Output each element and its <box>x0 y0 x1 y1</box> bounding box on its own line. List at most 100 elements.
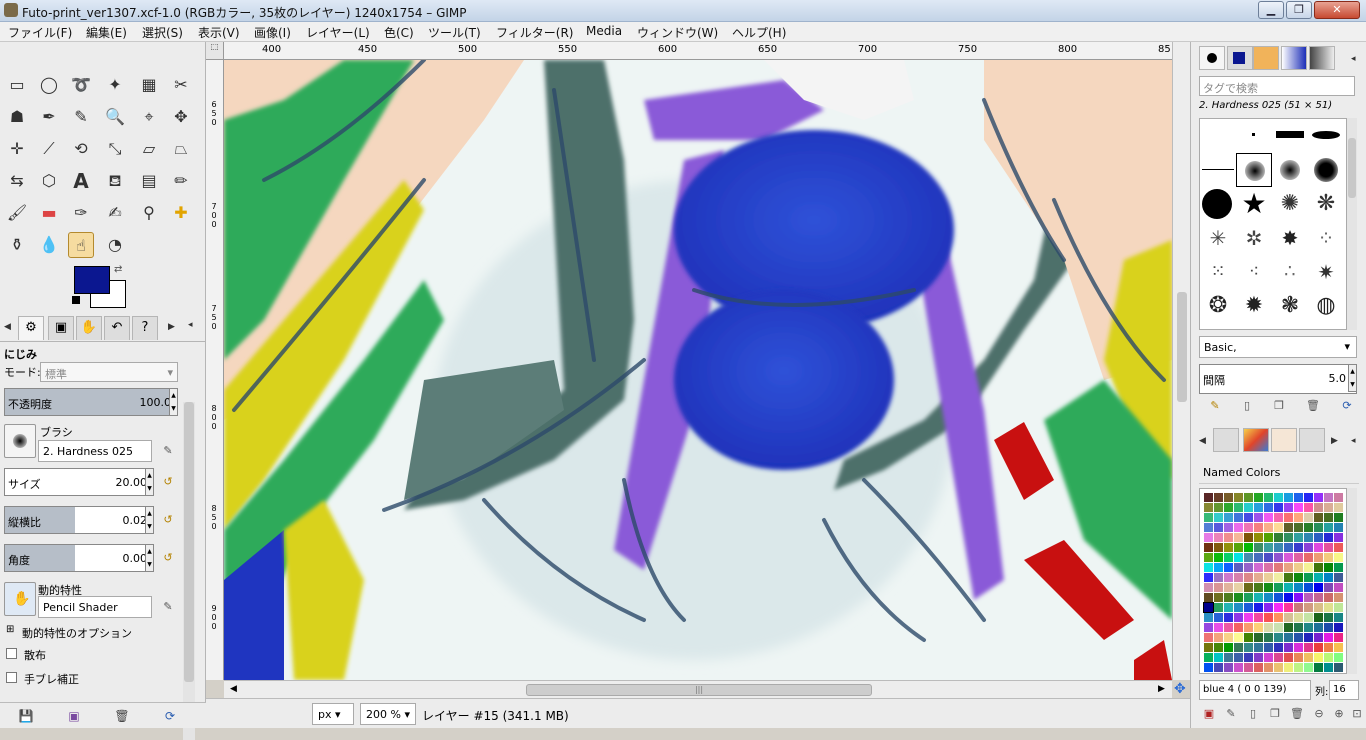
palette-swatch[interactable] <box>1224 653 1233 662</box>
palette-swatch[interactable] <box>1284 593 1293 602</box>
menu-media[interactable]: Media <box>586 24 622 38</box>
tab-scroll-right-icon[interactable]: ▶ <box>168 322 175 332</box>
palette-swatch[interactable] <box>1264 673 1273 674</box>
palette-swatch[interactable] <box>1284 553 1293 562</box>
palette-swatch[interactable] <box>1234 513 1243 522</box>
palette-swatch[interactable] <box>1254 593 1263 602</box>
zoom-icon[interactable]: 🔍 <box>102 104 128 130</box>
brush-grid[interactable]: ★ ✺ ❋ ✳ ✲ ✸ ⁘ ⁙ ⁖ ∴ ✷ ❂ ✹ ❃ ◍ <box>1199 118 1347 330</box>
expander-icon[interactable]: ⊞ <box>6 624 14 635</box>
new-brush-icon[interactable]: ▯ <box>1239 398 1255 414</box>
palette-swatch[interactable] <box>1254 673 1263 674</box>
pencil-icon[interactable]: ✏ <box>168 168 194 194</box>
scroll-thumb[interactable] <box>1177 292 1187 402</box>
opacity-slider[interactable]: 不透明度 100.0 ▲ ▼ <box>4 388 178 416</box>
palette-swatch[interactable] <box>1304 613 1313 622</box>
palette-swatch[interactable] <box>1234 503 1243 512</box>
palette-swatch[interactable] <box>1244 603 1253 612</box>
tab-palettes[interactable] <box>1243 428 1269 452</box>
palette-swatch[interactable] <box>1294 543 1303 552</box>
palette-swatch[interactable] <box>1294 583 1303 592</box>
palette-swatch[interactable] <box>1274 603 1283 612</box>
palette-swatch[interactable] <box>1254 493 1263 502</box>
crop-icon[interactable]: ⟋ <box>36 136 62 162</box>
palette-swatch[interactable] <box>1304 493 1313 502</box>
palette-swatch[interactable] <box>1214 553 1223 562</box>
palette-swatch[interactable] <box>1254 603 1263 612</box>
angle-slider[interactable]: 角度 0.00 ▲ ▼ <box>4 544 154 572</box>
align-icon[interactable]: ✛ <box>4 136 30 162</box>
palette-swatch[interactable] <box>1204 673 1213 674</box>
palette-swatch[interactable] <box>1204 613 1213 622</box>
palette-swatch[interactable] <box>1244 553 1253 562</box>
palette-swatch[interactable] <box>1204 543 1213 552</box>
palette-scrollbar[interactable] <box>1347 488 1357 674</box>
paintbrush-icon[interactable]: 🖌 <box>4 200 30 226</box>
palette-swatch[interactable] <box>1264 523 1273 532</box>
palette-swatch[interactable] <box>1224 633 1233 642</box>
palette-swatch[interactable] <box>1334 613 1343 622</box>
palette-swatch[interactable] <box>1244 643 1253 652</box>
palette-swatch[interactable] <box>1274 543 1283 552</box>
size-slider[interactable]: サイズ 20.00 ▲ ▼ <box>4 468 154 496</box>
brush-preview[interactable] <box>4 424 36 458</box>
palette-swatch[interactable] <box>1324 553 1333 562</box>
scroll-left-arrow-icon[interactable]: ◀ <box>230 684 237 694</box>
palette-swatch[interactable] <box>1264 613 1273 622</box>
dynamics-options-expander[interactable]: 動的特性のオプション <box>22 625 132 641</box>
palette-swatch[interactable] <box>1274 513 1283 522</box>
palette-swatch[interactable] <box>1314 633 1323 642</box>
palette-swatch[interactable] <box>1234 493 1243 502</box>
palette-swatch[interactable] <box>1214 593 1223 602</box>
select-by-color-icon[interactable]: ▦ <box>136 72 162 98</box>
palette-swatch[interactable] <box>1324 543 1333 552</box>
palette-swatch[interactable] <box>1294 573 1303 582</box>
palette-entry-field[interactable]: blue 4 ( 0 0 139) <box>1199 680 1311 700</box>
palette-swatch[interactable] <box>1324 573 1333 582</box>
menu-filters[interactable]: フィルター(R) <box>496 24 573 41</box>
close-button[interactable]: ✕ <box>1314 1 1360 19</box>
blur-sharpen-icon[interactable]: 💧 <box>36 232 62 258</box>
palette-swatch[interactable] <box>1234 533 1243 542</box>
palette-swatch[interactable] <box>1284 563 1293 572</box>
palette-swatch[interactable] <box>1304 543 1313 552</box>
brush-name-field[interactable]: 2. Hardness 025 <box>38 440 152 462</box>
palette-swatch[interactable] <box>1304 633 1313 642</box>
palette-swatch[interactable] <box>1304 623 1313 632</box>
palette-swatch[interactable] <box>1224 553 1233 562</box>
palette-swatch[interactable] <box>1214 613 1223 622</box>
spacing-spinner[interactable]: ▲ ▼ <box>1348 364 1357 392</box>
palette-swatch[interactable] <box>1284 603 1293 612</box>
palette-swatch[interactable] <box>1234 653 1243 662</box>
shear-icon[interactable]: ▱ <box>136 136 162 162</box>
palette-swatch[interactable] <box>1244 493 1253 502</box>
palette-swatch[interactable] <box>1324 653 1333 662</box>
angle-spinner[interactable]: ▲ ▼ <box>145 544 154 572</box>
palette-swatch[interactable] <box>1324 633 1333 642</box>
palette-swatch[interactable] <box>1284 493 1293 502</box>
tab-tool-options[interactable]: ⚙ <box>18 316 44 340</box>
palette-swatch[interactable] <box>1314 563 1323 572</box>
palette-swatch[interactable] <box>1294 493 1303 502</box>
paths-icon[interactable]: ✒ <box>36 104 62 130</box>
brush-texture[interactable]: ✳ <box>1200 221 1236 255</box>
flip-icon[interactable]: ⇆ <box>4 168 30 194</box>
zoom-select[interactable]: 200 % ▾ <box>360 703 416 725</box>
palette-swatch[interactable] <box>1314 593 1323 602</box>
palette-swatch[interactable] <box>1214 653 1223 662</box>
palette-swatch[interactable] <box>1274 493 1283 502</box>
refresh-brushes-icon[interactable]: ⟳ <box>1339 398 1355 414</box>
palette-swatch[interactable] <box>1204 643 1213 652</box>
palette-swatch[interactable] <box>1234 673 1243 674</box>
brush-soft[interactable] <box>1272 153 1308 187</box>
brush-line[interactable] <box>1200 153 1236 187</box>
palette-swatch[interactable] <box>1214 493 1223 502</box>
palette-swatch[interactable] <box>1304 653 1313 662</box>
move-icon[interactable]: ✥ <box>168 104 194 130</box>
palette-swatch[interactable] <box>1284 633 1293 642</box>
tab-images[interactable] <box>1271 428 1297 452</box>
palette-swatch[interactable] <box>1203 602 1214 613</box>
swap-colors-icon[interactable]: ⇄ <box>114 264 122 275</box>
palette-swatch[interactable] <box>1334 653 1343 662</box>
brush-tag-field[interactable]: Basic, ▾ <box>1199 336 1357 358</box>
